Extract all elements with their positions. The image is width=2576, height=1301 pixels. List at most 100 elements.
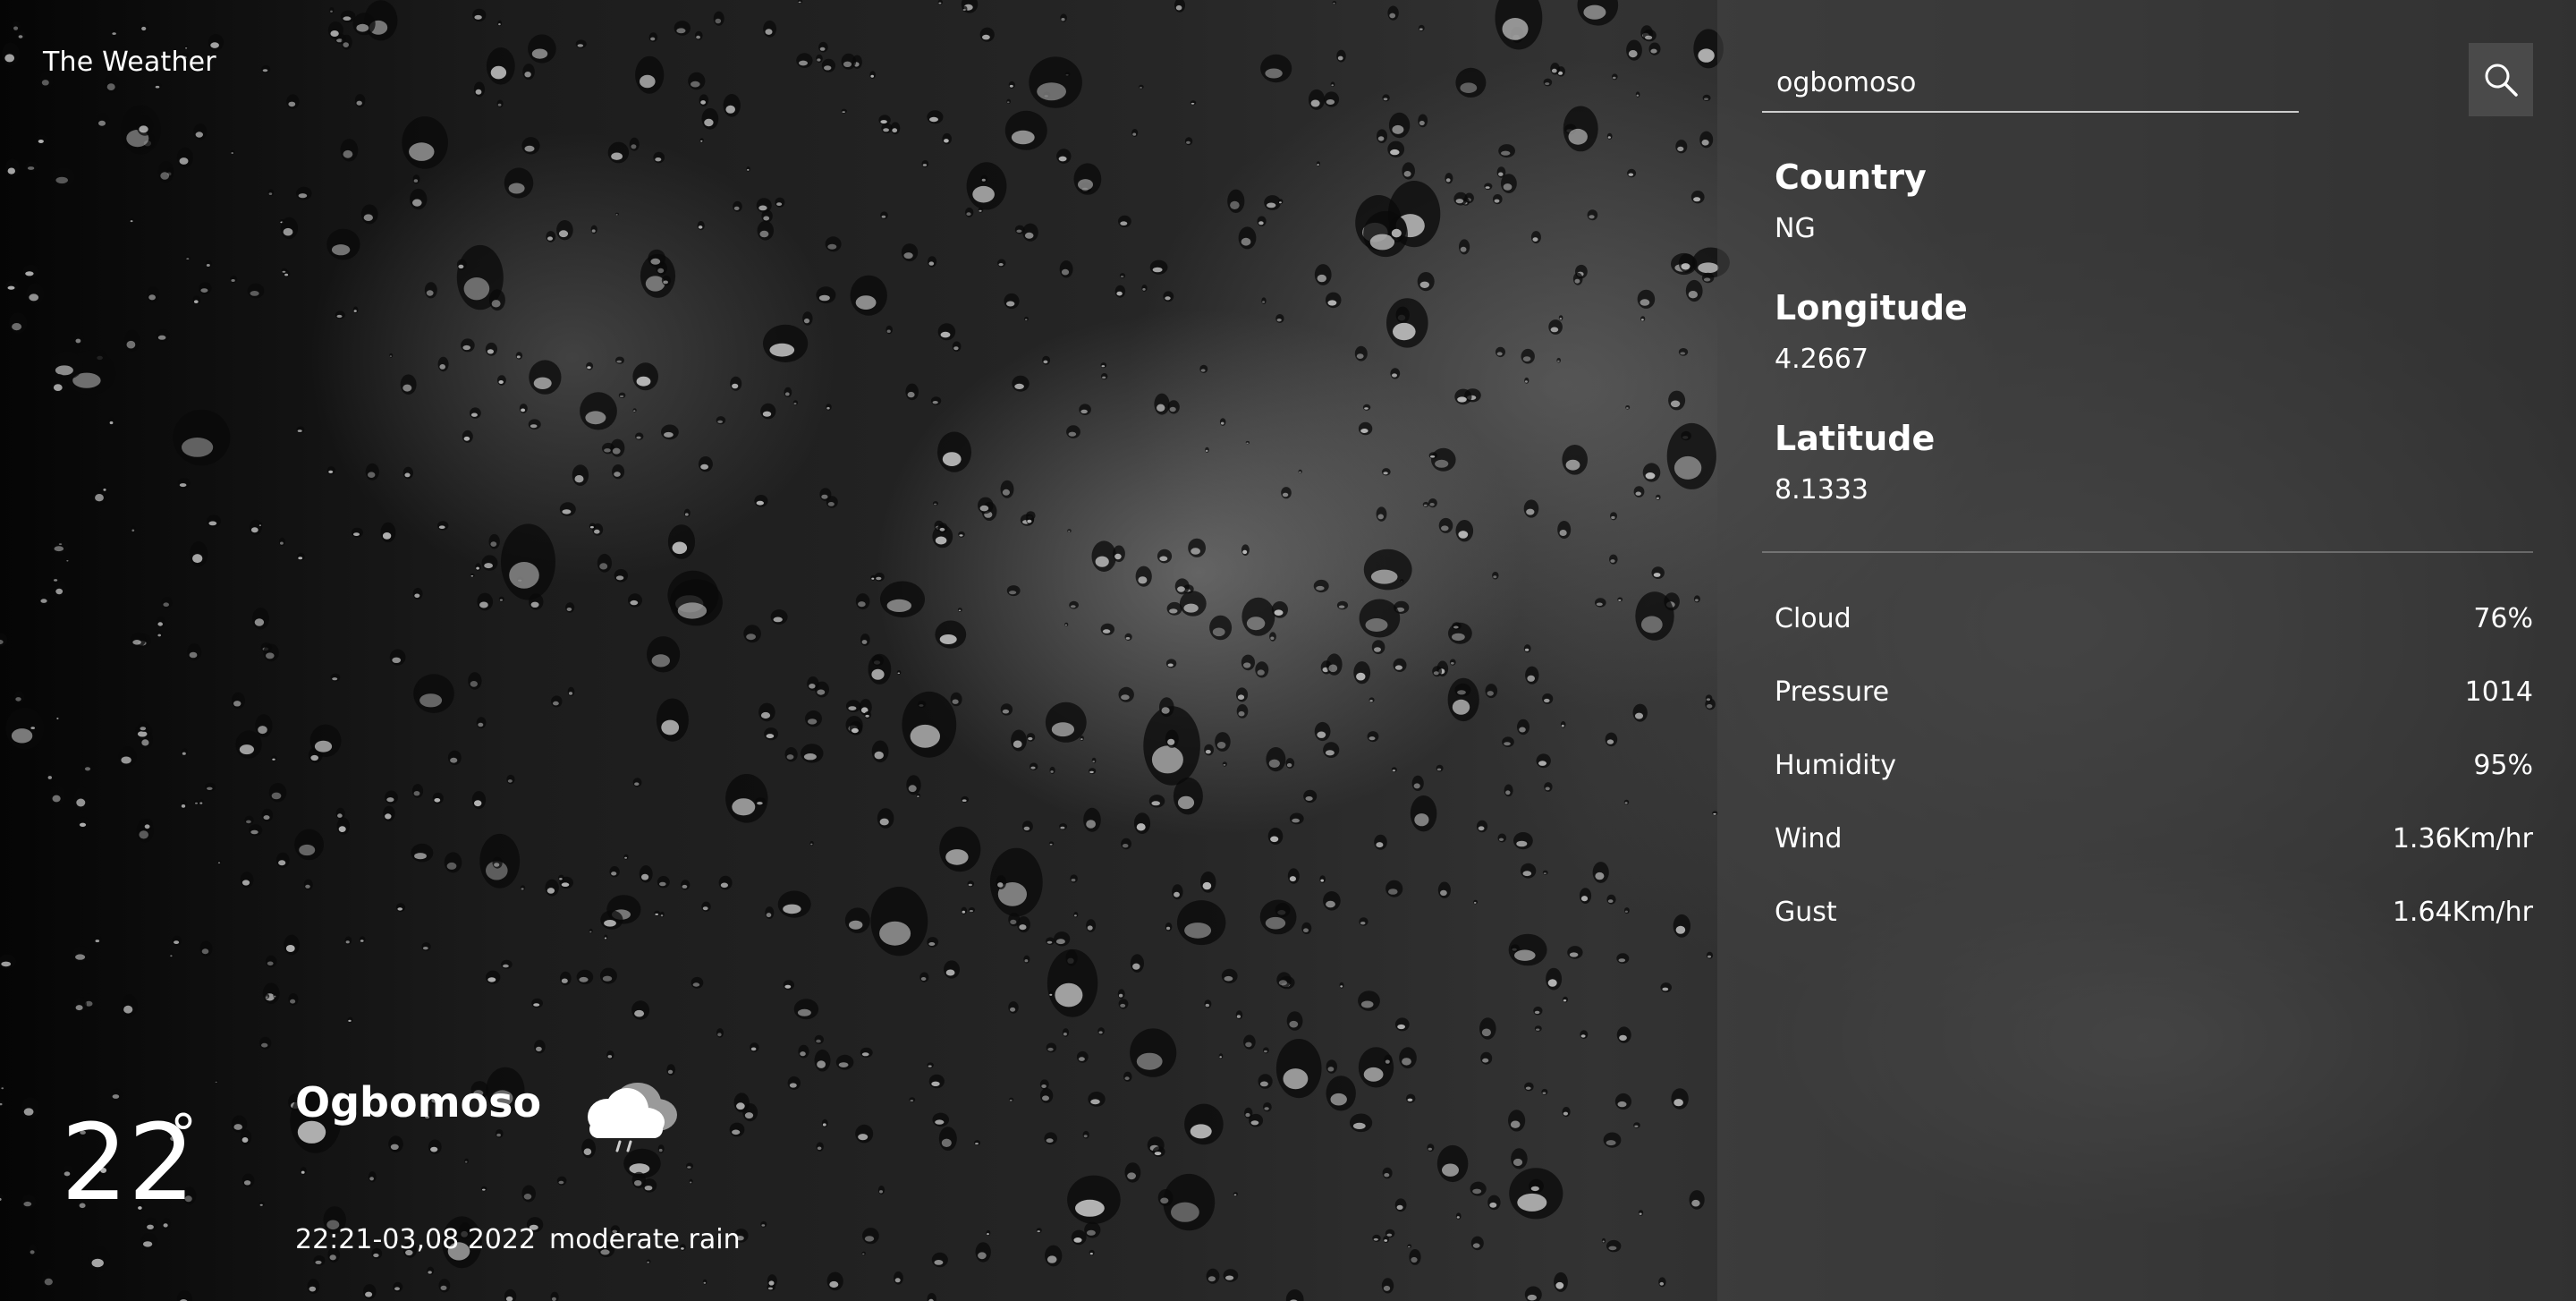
rain-drop bbox=[326, 228, 360, 260]
rain-drop bbox=[1623, 799, 1630, 805]
rain-drop bbox=[844, 907, 870, 933]
rain-drop bbox=[1088, 1092, 1106, 1107]
rain-drop bbox=[697, 221, 705, 231]
rain-drop bbox=[1238, 226, 1257, 250]
rain-drop bbox=[1371, 640, 1385, 655]
rain-drop bbox=[1637, 289, 1656, 309]
rain-drop bbox=[1554, 1271, 1568, 1292]
rain-drop bbox=[1407, 1244, 1412, 1248]
rain-drop bbox=[1399, 1047, 1417, 1069]
rain-drop bbox=[1533, 1006, 1543, 1016]
rain-drop bbox=[1059, 823, 1068, 830]
rain-drop bbox=[1459, 239, 1470, 255]
rain-drop bbox=[938, 1127, 957, 1151]
rain-drop bbox=[718, 875, 733, 890]
rain-drop bbox=[199, 940, 213, 957]
metric-label: Gust bbox=[1775, 896, 1837, 928]
rain-drop bbox=[1705, 694, 1713, 702]
rain-drop bbox=[1008, 81, 1015, 89]
rain-drop bbox=[784, 387, 792, 397]
rain-drop bbox=[793, 999, 819, 1020]
rain-drop bbox=[894, 1271, 903, 1285]
rain-drop bbox=[1174, 0, 1185, 13]
rain-drop bbox=[674, 21, 691, 36]
rain-drop bbox=[871, 740, 889, 763]
rain-drop bbox=[1066, 425, 1080, 438]
rain-drop bbox=[1118, 686, 1134, 702]
rain-drop bbox=[468, 672, 482, 690]
rain-drop bbox=[1266, 747, 1286, 772]
rain-drop bbox=[1498, 144, 1515, 158]
rain-drop bbox=[1017, 916, 1030, 933]
rain-drop bbox=[1368, 697, 1375, 702]
rain-drop bbox=[1520, 863, 1537, 879]
app-brand[interactable]: The Weather bbox=[43, 47, 216, 78]
rain-drop bbox=[1405, 1093, 1416, 1103]
rain-drop bbox=[193, 123, 208, 140]
rain-drop bbox=[1627, 168, 1637, 178]
rain-drop bbox=[646, 1259, 651, 1264]
rain-drop bbox=[54, 580, 67, 597]
rain-drop bbox=[958, 531, 965, 538]
rain-drop bbox=[1157, 548, 1173, 564]
rain-drop bbox=[1263, 1102, 1272, 1112]
rain-drop bbox=[496, 1129, 504, 1138]
rain-drop bbox=[784, 747, 798, 762]
rain-drop bbox=[1560, 721, 1566, 728]
rain-drop bbox=[0, 1084, 5, 1091]
rain-drop bbox=[965, 207, 974, 217]
rain-drop bbox=[1060, 13, 1067, 22]
rain-drop bbox=[935, 620, 967, 649]
rain-drop bbox=[723, 94, 741, 117]
rain-drop bbox=[1529, 1178, 1544, 1194]
rain-drop bbox=[1079, 404, 1091, 416]
rain-drop bbox=[1454, 388, 1472, 405]
rain-drop bbox=[307, 1279, 320, 1295]
metric-value: 1.64Km/hr bbox=[2392, 896, 2533, 928]
rain-drop bbox=[932, 1112, 949, 1127]
rain-drop bbox=[521, 1185, 536, 1203]
rain-drop bbox=[890, 122, 901, 135]
rain-drop bbox=[247, 283, 265, 299]
rain-drop bbox=[1635, 91, 1640, 98]
rain-drop bbox=[1314, 264, 1332, 285]
rain-drop bbox=[1243, 1034, 1256, 1050]
rain-drop bbox=[635, 55, 665, 94]
rain-drop bbox=[1523, 644, 1531, 653]
rain-drop bbox=[796, 53, 813, 68]
rain-drop bbox=[997, 259, 1006, 268]
rain-drop bbox=[263, 643, 279, 662]
rain-drop bbox=[488, 533, 500, 549]
rain-drop bbox=[937, 431, 971, 472]
rain-drop bbox=[1484, 183, 1493, 191]
rain-drop bbox=[1536, 753, 1551, 769]
rain-drop bbox=[1524, 1286, 1542, 1301]
panel-divider bbox=[1762, 551, 2533, 553]
rain-drop bbox=[618, 392, 626, 398]
rain-drop bbox=[1350, 1113, 1373, 1133]
rain-drop bbox=[757, 220, 774, 241]
rain-drop bbox=[1287, 868, 1300, 884]
rain-drop bbox=[477, 592, 494, 611]
search-input[interactable] bbox=[1762, 54, 2299, 113]
rain-drop bbox=[1152, 1146, 1165, 1157]
rain-drop bbox=[1113, 545, 1125, 563]
rain-drop bbox=[472, 8, 487, 22]
rain-drop bbox=[1205, 446, 1209, 453]
rain-drop bbox=[140, 1233, 158, 1250]
rain-drop bbox=[1387, 5, 1399, 21]
rain-drop bbox=[52, 167, 75, 187]
rain-drop bbox=[1071, 1229, 1087, 1246]
rain-drop bbox=[1358, 421, 1373, 436]
degree-symbol: ° bbox=[170, 1103, 197, 1166]
rain-drop bbox=[529, 593, 544, 610]
search-button[interactable] bbox=[2469, 43, 2533, 116]
rain-drop bbox=[504, 167, 534, 199]
rain-drop bbox=[1372, 1234, 1381, 1242]
rain-drop bbox=[1382, 94, 1390, 102]
rain-drop bbox=[177, 1290, 192, 1301]
rain-drop bbox=[1541, 1088, 1548, 1095]
rain-drop bbox=[30, 723, 38, 731]
rain-drop bbox=[1388, 217, 1407, 242]
rain-drop bbox=[1436, 1144, 1469, 1183]
